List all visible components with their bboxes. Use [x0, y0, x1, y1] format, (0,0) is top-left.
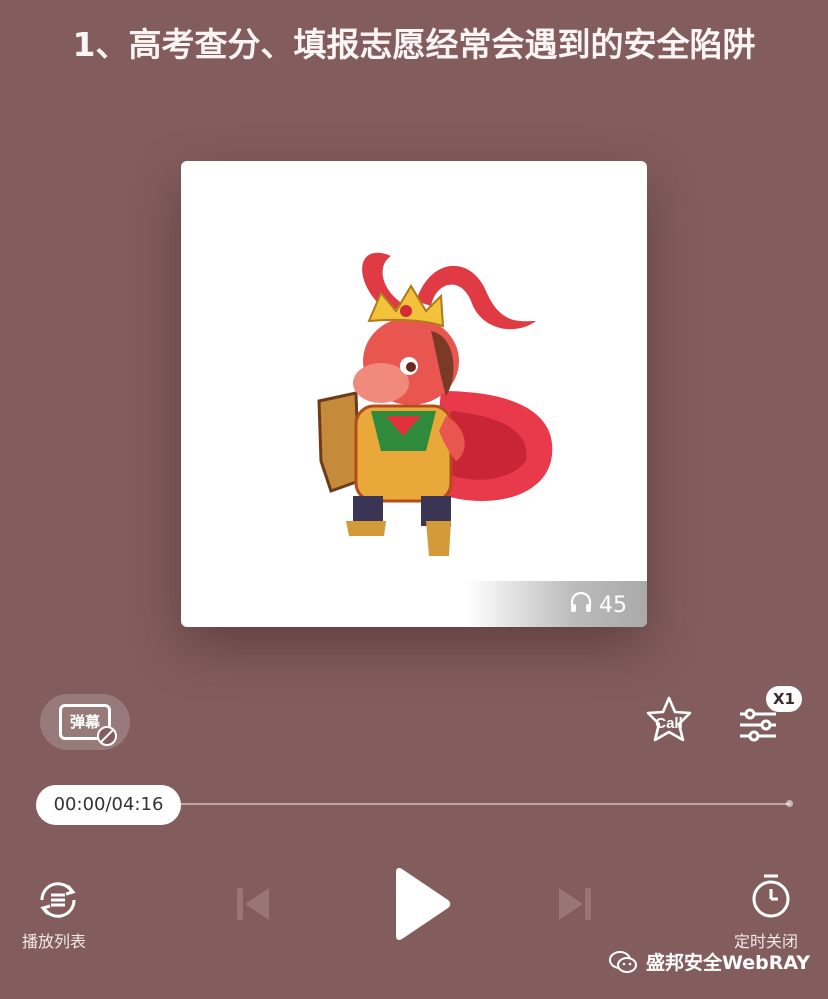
next-icon [559, 888, 591, 920]
play-button[interactable] [390, 866, 454, 946]
timer-button[interactable] [748, 872, 794, 926]
progress-end-dot [786, 800, 793, 807]
call-button[interactable]: Call [644, 694, 694, 748]
listen-count-value: 45 [599, 592, 627, 618]
timer-icon [752, 874, 790, 918]
album-cover: 45 [181, 161, 647, 627]
speed-badge: X1 [766, 686, 802, 712]
playlist-label: 播放列表 [22, 932, 87, 951]
headphones-icon [569, 591, 593, 619]
previous-icon [237, 888, 269, 920]
danmu-icon: 弹幕 [59, 704, 117, 746]
next-button[interactable] [556, 884, 594, 928]
wechat-icon [609, 950, 637, 973]
previous-button[interactable] [234, 884, 272, 928]
playback-speed-button[interactable]: X1 [736, 684, 806, 754]
episode-title: 1、高考查分、填报志愿经常会遇到的安全陷阱 [72, 25, 756, 64]
watermark-text: 盛邦安全WebRAY [646, 952, 811, 974]
listen-count: 45 [569, 591, 627, 619]
watermark: 盛邦安全WebRAY [608, 948, 810, 975]
disabled-icon [97, 726, 117, 746]
danmu-label: 弹幕 [69, 713, 100, 731]
playlist-button[interactable] [34, 876, 82, 928]
call-label: Call [655, 715, 683, 732]
progress-time-handle[interactable]: 00:00/04:16 [36, 785, 181, 825]
playlist-icon [40, 882, 76, 918]
cover-illustration [317, 252, 553, 556]
progress-bar[interactable] [100, 803, 790, 805]
call-star-icon: Call [646, 696, 692, 742]
play-icon [396, 868, 451, 940]
danmu-toggle-button[interactable]: 弹幕 [40, 694, 130, 750]
